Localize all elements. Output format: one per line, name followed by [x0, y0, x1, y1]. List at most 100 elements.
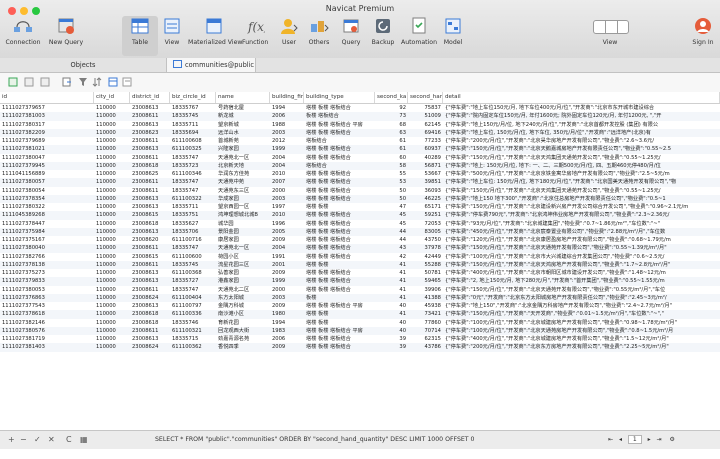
table-cell[interactable]: 23008624 — [130, 294, 170, 302]
table-row[interactable]: 1111027382146 110000 23008618 18335746 育新花园 1… — [0, 319, 720, 327]
table-cell[interactable]: 新龙城 — [216, 112, 270, 120]
column-header[interactable]: biz_circle_id — [170, 92, 216, 103]
table-cell[interactable]: 611100322 — [170, 195, 216, 203]
table-cell[interactable]: 55 — [375, 170, 408, 178]
table-cell[interactable]: 53 — [375, 178, 408, 186]
table-cell[interactable]: 611100321 — [170, 327, 216, 335]
table-row[interactable]: 1111027379945 110000 23008618 18335723 北京新天地… — [0, 161, 720, 170]
table-cell[interactable]: 611100368 — [170, 269, 216, 277]
table-row[interactable]: 1111027378618 110000 23008618 611100336 南沙滩小… — [0, 310, 720, 319]
user-button[interactable]: User — [276, 16, 302, 46]
view-button[interactable]: View — [160, 16, 184, 46]
table-cell[interactable]: 2000 — [270, 187, 304, 195]
table-cell[interactable]: 1111027375984 — [0, 228, 94, 236]
table-cell[interactable]: 110000 — [94, 302, 130, 310]
table-cell[interactable]: {"停车费":"100元/月/位","开发商":"北京城建房地产开发有限公司",… — [443, 319, 720, 327]
table-cell[interactable]: 1999 — [270, 145, 304, 153]
table-cell[interactable]: 18335747 — [170, 154, 216, 162]
table-cell[interactable]: 1111027381719 — [0, 335, 94, 343]
table-row[interactable]: 1111027380317 110000 23008613 18335711 望京新城 1… — [0, 121, 720, 129]
table-cell[interactable]: 18335706 — [170, 228, 216, 236]
table-cell[interactable]: 康居家园 — [216, 236, 270, 244]
tab-objects[interactable]: Objects — [0, 58, 167, 72]
table-cell[interactable]: 18335727 — [170, 277, 216, 285]
table-cell[interactable]: 塔楼 板楼 塔板结合 — [304, 236, 375, 244]
table-cell[interactable]: 1111027375167 — [0, 236, 94, 244]
table-cell[interactable]: 1111027379833 — [0, 277, 94, 285]
table-cell[interactable]: 41 — [375, 261, 408, 269]
table-cell[interactable]: 58 — [375, 162, 408, 170]
view-toggle[interactable] — [593, 20, 629, 34]
table-cell[interactable]: 50 — [375, 195, 408, 203]
table-cell[interactable]: 110000 — [94, 261, 130, 269]
table-row[interactable]: 1111027381021 110000 23008613 611100325 兴隆家园… — [0, 145, 720, 154]
export-icon[interactable] — [62, 77, 72, 87]
table-cell[interactable]: 1994 — [270, 319, 304, 327]
table-cell[interactable]: 塔楼 板楼 塔板结合 — [304, 178, 375, 186]
table-cell[interactable]: 塔楼 板楼 塔板结合 — [304, 129, 375, 137]
table-cell[interactable]: 1111027380576 — [0, 327, 94, 335]
table-cell[interactable]: 110000 — [94, 162, 130, 170]
table-cell[interactable]: 1997 — [270, 203, 304, 211]
table-cell[interactable]: 远洋山水 — [216, 129, 270, 137]
table-cell[interactable]: 110000 — [94, 211, 130, 219]
table-cell[interactable]: 23008611 — [130, 154, 170, 162]
table-cell[interactable]: {"停车费":"150元/月/位","开发商":"北京天鹅嘉城房地产开发有限责任… — [443, 145, 720, 153]
discard-changes-button[interactable]: ✕ — [48, 434, 55, 445]
table-cell[interactable]: 23008611 — [130, 187, 170, 195]
table-cell[interactable]: 1111027382766 — [0, 253, 94, 261]
table-cell[interactable]: 华润东方佳苑 — [216, 170, 270, 178]
table-cell[interactable]: 塔楼 板楼 塔板结合 — [304, 244, 375, 252]
table-cell[interactable]: 23008618 — [130, 319, 170, 327]
table-cell[interactable]: 18335745 — [170, 261, 216, 269]
table-row[interactable]: 1111027381003 110000 23008611 18335745 新龙城 20… — [0, 112, 720, 121]
table-cell[interactable]: 110000 — [94, 170, 130, 178]
table-cell[interactable]: 41 — [375, 310, 408, 318]
table-cell[interactable]: {"停车费":"150元/月/位","开发商":"天开发商","物业费":"0.… — [443, 310, 720, 318]
table-cell[interactable]: 塔楼 板楼 塔板结合 — [304, 220, 375, 228]
new-query-button[interactable]: New Query — [46, 16, 86, 46]
tab-communities[interactable]: communities@public (loc... — [167, 58, 256, 83]
column-header[interactable]: building_fin — [270, 92, 304, 103]
table-cell[interactable]: 1111027377543 — [0, 302, 94, 310]
table-cell[interactable]: 60 — [375, 154, 408, 162]
table-row[interactable]: 1111027380053 110000 23008611 18335747 天通苑北二… — [0, 286, 720, 294]
table-cell[interactable]: 110000 — [94, 137, 130, 145]
grid-view-icon[interactable] — [108, 77, 118, 87]
table-cell[interactable]: 51009 — [408, 112, 443, 120]
info-toggle-icon[interactable] — [617, 21, 628, 33]
table-cell[interactable]: 1111027382146 — [0, 319, 94, 327]
table-cell[interactable]: 23008613 — [130, 335, 170, 343]
refresh-button[interactable]: C — [66, 434, 72, 445]
table-cell[interactable]: 号药宿北屋 — [216, 104, 270, 112]
table-cell[interactable]: 18335694 — [170, 129, 216, 137]
table-row[interactable]: 1111027378447 110000 23008618 18335627 城华园 19… — [0, 220, 720, 228]
table-row[interactable]: 1111027377543 110000 23008613 611100797 金隅万科… — [0, 302, 720, 310]
table-cell[interactable]: 首城新苑 — [216, 137, 270, 145]
table-cell[interactable]: 611100404 — [170, 294, 216, 302]
table-row[interactable]: 1111045389268 110000 23008615 18335751 鸿坤理想城… — [0, 211, 720, 220]
table-cell[interactable]: 61 — [375, 145, 408, 153]
table-cell[interactable]: 39851 — [408, 178, 443, 186]
table-cell[interactable]: 2003 — [270, 294, 304, 302]
table-cell[interactable]: 1980 — [270, 310, 304, 318]
table-cell[interactable]: 55288 — [408, 261, 443, 269]
table-cell[interactable]: 45 — [375, 211, 408, 219]
table-cell[interactable]: 兴隆家园 — [216, 145, 270, 153]
table-cell[interactable]: 1111027380057 — [0, 178, 94, 186]
table-row[interactable]: 1111027379689 110000 23008611 611100608 首城新苑… — [0, 137, 720, 145]
table-cell[interactable]: 40 — [375, 327, 408, 335]
table-cell[interactable]: 23008613 — [130, 121, 170, 129]
table-cell[interactable]: 110000 — [94, 343, 130, 351]
table-cell[interactable]: 73421 — [408, 310, 443, 318]
table-cell[interactable]: 1994 — [270, 104, 304, 112]
table-cell[interactable]: {"停车费":"150元/月/位","开发商":"北京天通苑开发有限公司","物… — [443, 286, 720, 294]
table-cell[interactable]: 47 — [375, 203, 408, 211]
table-cell[interactable]: 1111027380040 — [0, 244, 94, 252]
table-cell[interactable]: 65171 — [408, 203, 443, 211]
table-cell[interactable]: 50781 — [408, 269, 443, 277]
table-cell[interactable]: 110000 — [94, 187, 130, 195]
table-row[interactable]: 1111027380047 110000 23008611 18335747 天通苑北一… — [0, 154, 720, 162]
last-page-button[interactable]: ⇥ — [657, 436, 662, 443]
column-header[interactable]: district_id — [130, 92, 170, 103]
